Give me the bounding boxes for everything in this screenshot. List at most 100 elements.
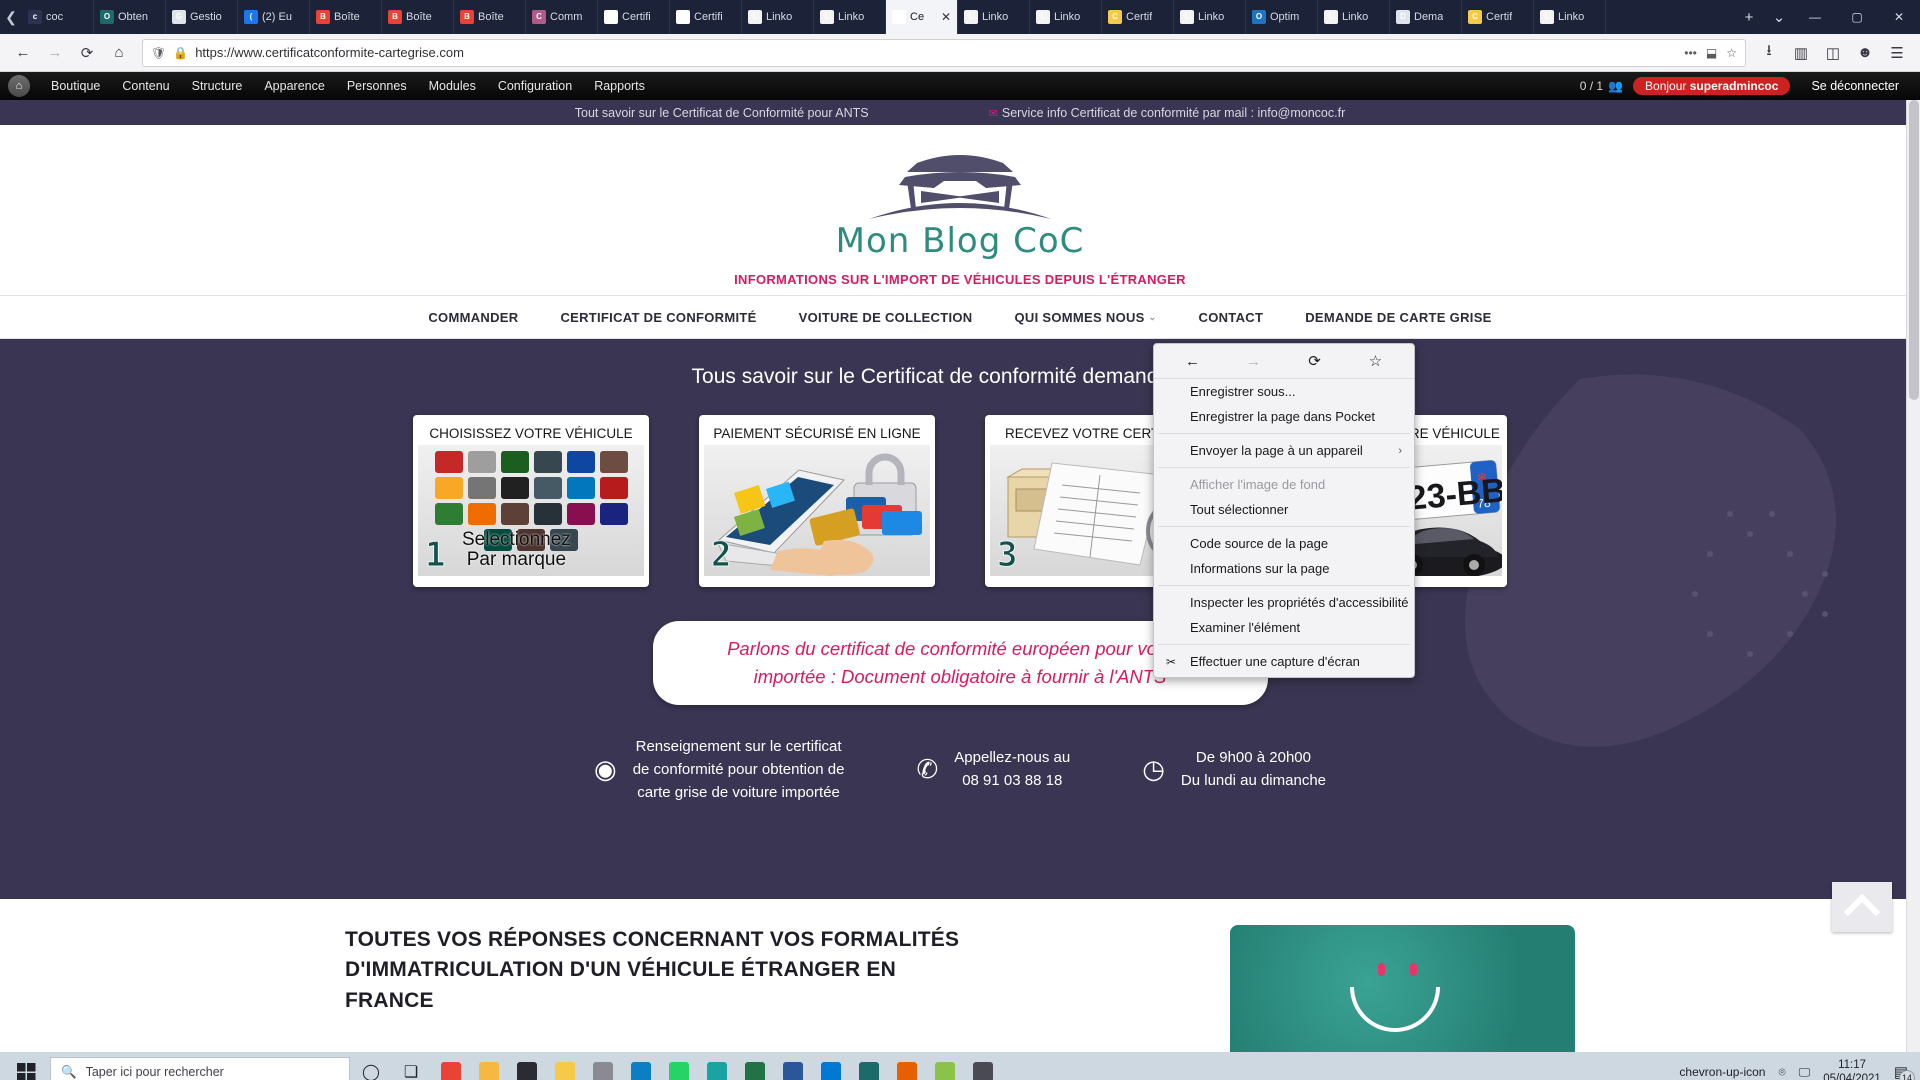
browser-tab[interactable]: L Linko (742, 0, 814, 34)
admin-menu-item-modules[interactable]: Modules (418, 79, 487, 93)
taskbar-store-icon[interactable] (508, 1053, 546, 1080)
browser-tab[interactable]: B Boîte (454, 0, 526, 34)
page-scrollbar-thumb[interactable] (1909, 100, 1919, 400)
taskbar-whatsapp-icon[interactable] (660, 1053, 698, 1080)
context-menu-item[interactable]: Informations sur la page (1154, 556, 1414, 581)
context-menu-item[interactable]: Envoyer la page à un appareil › (1154, 438, 1414, 463)
bookmark-star-icon[interactable]: ☆ (1358, 352, 1394, 370)
sidebar-icon[interactable]: ◫ (1818, 39, 1848, 67)
browser-tab[interactable]: C Ce ✕ (886, 0, 958, 34)
taskbar-folder-yellow-icon[interactable] (470, 1053, 508, 1080)
bookmark-icon[interactable]: ☆ (1726, 46, 1737, 60)
app-menu-icon[interactable]: ☰ (1882, 39, 1912, 67)
taskbar-firefox-icon[interactable] (888, 1053, 926, 1080)
tab-scroll-left-button[interactable]: ❮ (0, 0, 22, 34)
logout-link[interactable]: Se déconnecter (1800, 79, 1910, 93)
url-text[interactable]: https://www.certificatconformite-cartegr… (195, 45, 1677, 60)
context-menu-item[interactable]: Enregistrer sous... (1154, 379, 1414, 404)
library-icon[interactable]: ▥ (1786, 39, 1816, 67)
browser-tab[interactable]: ((2) Eu (238, 0, 310, 34)
browser-tab[interactable]: L Linko (814, 0, 886, 34)
context-menu-item[interactable]: Code source de la page (1154, 531, 1414, 556)
taskbar-gmail-icon[interactable] (432, 1053, 470, 1080)
browser-tab[interactable]: c coc (22, 0, 94, 34)
browser-tab[interactable]: D Dema (1390, 0, 1462, 34)
context-menu-item[interactable]: Inspecter les propriétés d'accessibilité (1154, 590, 1414, 615)
taskbar-edge-icon[interactable] (622, 1053, 660, 1080)
chevron-up-icon[interactable]: chevron-up-icon (1679, 1065, 1765, 1079)
step-card[interactable]: CHOISISSEZ VOTRE VÉHICULE Selectionnez Par… (413, 415, 649, 587)
browser-tab[interactable]: B Boîte (310, 0, 382, 34)
taskbar-editor-icon[interactable] (926, 1053, 964, 1080)
taskbar-coc-icon[interactable] (850, 1053, 888, 1080)
nav-item[interactable]: VOITURE DE COLLECTION (799, 310, 973, 325)
browser-tab[interactable]: O Obten (94, 0, 166, 34)
nav-item[interactable]: DEMANDE DE CARTE GRISE (1305, 310, 1491, 325)
context-menu-item[interactable]: Enregistrer la page dans Pocket (1154, 404, 1414, 429)
task-view-icon[interactable]: ❏ (392, 1053, 430, 1080)
browser-tab[interactable]: L Linko (1174, 0, 1246, 34)
browser-tab[interactable]: L Linko (958, 0, 1030, 34)
browser-tab[interactable]: G Gestio (166, 0, 238, 34)
greeting-badge[interactable]: Bonjour superadmincoc (1633, 77, 1791, 95)
taskbar-app-icon[interactable] (964, 1053, 1002, 1080)
account-icon[interactable]: ☻ (1850, 39, 1880, 67)
window-close-button[interactable]: ✕ (1878, 0, 1920, 34)
browser-tab[interactable]: L Linko (1318, 0, 1390, 34)
display-icon[interactable]: 🖵 (1799, 1065, 1811, 1080)
nav-item[interactable]: QUI SOMMES NOUS ⌄ (1014, 310, 1156, 325)
browser-tab[interactable]: L Linko (1534, 0, 1606, 34)
browser-tab[interactable]: L Linko (1030, 0, 1102, 34)
taskbar-file-explorer-icon[interactable] (546, 1053, 584, 1080)
context-menu-item[interactable]: Examiner l'élément (1154, 615, 1414, 640)
nav-item[interactable]: CONTACT (1199, 310, 1264, 325)
forward-button[interactable]: → (40, 39, 70, 67)
browser-tab[interactable]: C Certifi (670, 0, 742, 34)
browser-tab[interactable]: C Certifi (598, 0, 670, 34)
back-arrow-icon[interactable]: ← (1175, 353, 1211, 370)
taskbar-teal-app-icon[interactable] (698, 1053, 736, 1080)
list-all-tabs-button[interactable]: ⌄ (1764, 0, 1794, 34)
reload-icon[interactable]: ⟳ (1297, 352, 1333, 370)
home-button[interactable]: ⌂ (104, 39, 134, 67)
taskbar-mail-icon[interactable] (812, 1053, 850, 1080)
nav-item[interactable]: CERTIFICAT DE CONFORMITÉ (560, 310, 756, 325)
browser-tab[interactable]: O Optim (1246, 0, 1318, 34)
home-icon[interactable]: ⌂ (8, 75, 30, 97)
browser-tab[interactable]: C Comm (526, 0, 598, 34)
admin-menu-item-apparence[interactable]: Apparence (253, 79, 335, 93)
video-thumbnail[interactable] (1230, 925, 1575, 1052)
admin-menu-item-contenu[interactable]: Contenu (111, 79, 180, 93)
admin-menu-item-rapports[interactable]: Rapports (583, 79, 656, 93)
back-button[interactable]: ← (8, 39, 38, 67)
taskbar-clock[interactable]: 11:17 05/04/2021 (1823, 1058, 1881, 1080)
admin-menu-item-configuration[interactable]: Configuration (487, 79, 583, 93)
nav-item[interactable]: COMMANDER (428, 310, 518, 325)
site-logo[interactable]: Mon Blog CoC (836, 141, 1085, 261)
notification-icon[interactable]: ▤ 14 (1894, 1063, 1915, 1080)
admin-menu-item-structure[interactable]: Structure (181, 79, 254, 93)
browser-tab[interactable]: C Certif (1102, 0, 1174, 34)
url-bar[interactable]: 🛡 🔒 https://www.certificatconformite-car… (142, 38, 1746, 67)
step-card[interactable]: PAIEMENT SÉCURISÉ EN LIGNE 2 (699, 415, 935, 587)
camera-icon[interactable]: ⌾ (1778, 1065, 1785, 1080)
window-minimize-button[interactable]: — (1794, 0, 1836, 34)
context-menu-item[interactable]: Tout sélectionner (1154, 497, 1414, 522)
admin-menu-item-boutique[interactable]: Boutique (40, 79, 111, 93)
scroll-to-top-button[interactable] (1832, 882, 1892, 932)
shield-icon[interactable]: 🛡 (151, 46, 166, 60)
taskbar-word-icon[interactable] (774, 1053, 812, 1080)
windows-start-icon[interactable] (4, 1062, 48, 1080)
pocket-icon[interactable]: ⬓ (1706, 46, 1717, 60)
taskbar-excel-icon[interactable] (736, 1053, 774, 1080)
page-actions-icon[interactable]: ••• (1684, 46, 1697, 60)
lock-icon[interactable]: 🔒 (173, 46, 188, 60)
reload-button[interactable]: ⟳ (72, 39, 102, 67)
taskbar-search-input[interactable]: 🔍 Taper ici pour rechercher (50, 1057, 350, 1080)
admin-menu-item-personnes[interactable]: Personnes (336, 79, 418, 93)
browser-tab[interactable]: B Boîte (382, 0, 454, 34)
window-maximize-button[interactable]: ▢ (1836, 0, 1878, 34)
cortana-icon[interactable]: ◯ (352, 1053, 390, 1080)
new-tab-button[interactable]: + (1734, 0, 1764, 34)
downloads-icon[interactable]: ⭳ (1754, 39, 1784, 67)
